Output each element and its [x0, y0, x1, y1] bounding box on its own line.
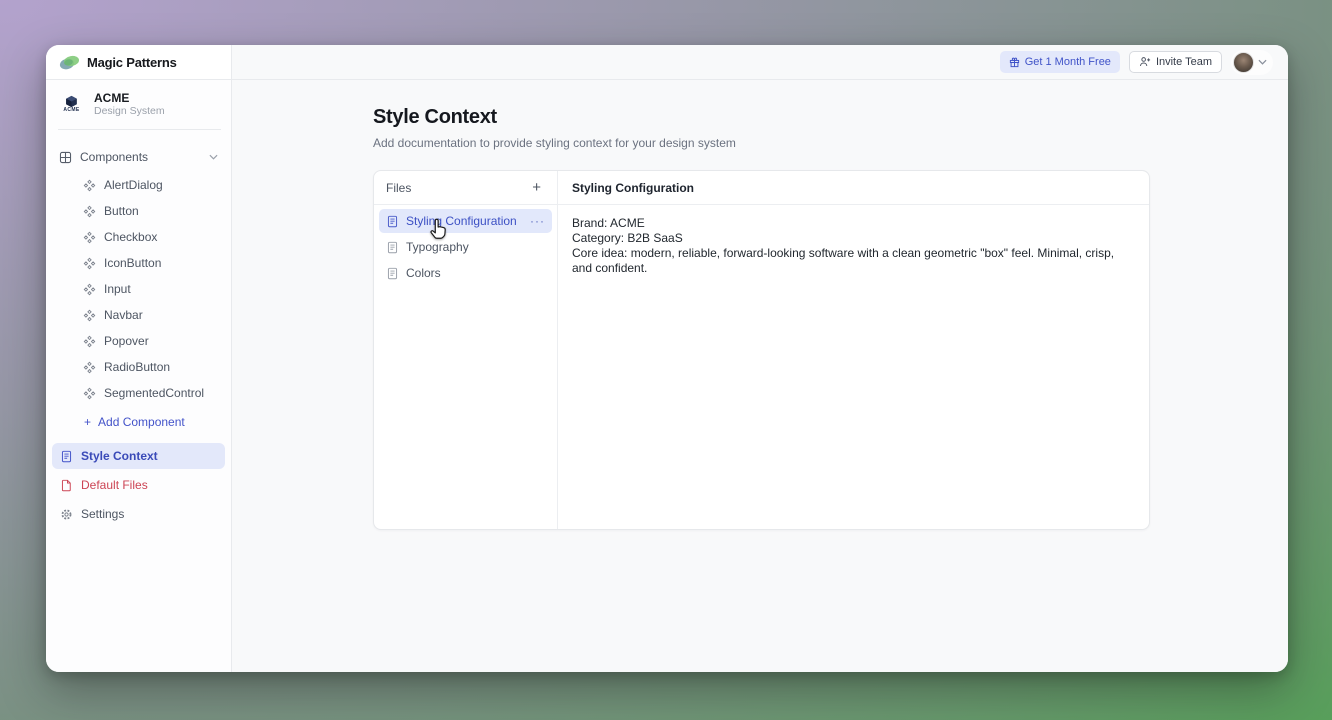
brand-name: Magic Patterns: [87, 55, 177, 70]
sidebar-item-default-files[interactable]: Default Files: [52, 472, 225, 498]
sidebar-nav: Components AlertDialog Button: [46, 130, 231, 527]
chevron-down-icon: [1258, 59, 1267, 65]
sidebar-links: Style Context Default Files Settings: [46, 443, 231, 527]
files-header: Files +: [374, 171, 557, 205]
acme-logo-text: ACME: [63, 107, 79, 113]
style-context-panel: Files + Styling Configuration ···: [373, 170, 1150, 530]
document-icon: [386, 215, 399, 228]
file-row-styling-configuration[interactable]: Styling Configuration ···: [379, 209, 552, 233]
component-icon: [83, 257, 96, 270]
top-bar-actions: Get 1 Month Free Invite Team: [232, 45, 1288, 79]
file-icon: [60, 479, 73, 492]
sidebar-item-settings[interactable]: Settings: [52, 501, 225, 527]
document-icon: [386, 241, 399, 254]
sidebar-item-button[interactable]: Button: [46, 198, 231, 224]
avatar: [1233, 52, 1254, 73]
plus-icon: +: [84, 415, 91, 429]
sidebar: ACME ACME Design System Components: [46, 80, 232, 672]
gear-icon: [60, 508, 73, 521]
add-component-label: Add Component: [98, 415, 185, 429]
main-content: Style Context Add documentation to provi…: [232, 80, 1288, 672]
page-subtitle: Add documentation to provide styling con…: [373, 136, 1288, 150]
document-icon: [60, 450, 73, 463]
detail-line: Brand: ACME: [572, 216, 1135, 231]
account-menu[interactable]: [1231, 50, 1273, 75]
component-label: Navbar: [104, 308, 143, 322]
invite-team-label: Invite Team: [1156, 56, 1212, 68]
detail-line: Core idea: modern, reliable, forward-loo…: [572, 246, 1135, 276]
file-detail-header: Styling Configuration: [558, 171, 1149, 205]
component-icon: [83, 179, 96, 192]
sidebar-item-alertdialog[interactable]: AlertDialog: [46, 172, 231, 198]
magic-patterns-logo-icon: [59, 54, 80, 71]
brand-link[interactable]: Magic Patterns: [46, 45, 232, 79]
components-list: AlertDialog Button Checkbox IconButton: [46, 172, 231, 406]
file-row-typography[interactable]: Typography: [379, 235, 552, 259]
sidebar-item-radiobutton[interactable]: RadioButton: [46, 354, 231, 380]
top-bar: Magic Patterns Get 1 Month Free: [46, 45, 1288, 80]
style-context-label: Style Context: [81, 449, 158, 463]
sidebar-item-checkbox[interactable]: Checkbox: [46, 224, 231, 250]
components-section-label: Components: [80, 150, 201, 164]
acme-logo-icon: ACME: [58, 90, 85, 117]
sidebar-item-segmentedcontrol[interactable]: SegmentedControl: [46, 380, 231, 406]
add-component-button[interactable]: + Add Component: [46, 409, 231, 435]
page-title: Style Context: [373, 106, 1288, 129]
files-list: Styling Configuration ··· Typography: [374, 205, 557, 289]
workspace-switcher[interactable]: ACME ACME Design System: [46, 80, 231, 126]
document-icon: [386, 267, 399, 280]
workspace-name: ACME: [94, 91, 165, 105]
file-label: Styling Configuration: [406, 214, 517, 228]
sidebar-item-navbar[interactable]: Navbar: [46, 302, 231, 328]
component-icon: [83, 335, 96, 348]
sidebar-item-iconbutton[interactable]: IconButton: [46, 250, 231, 276]
gift-icon: [1009, 57, 1020, 68]
component-icon: [83, 283, 96, 296]
sidebar-item-input[interactable]: Input: [46, 276, 231, 302]
default-files-label: Default Files: [81, 478, 148, 492]
file-row-menu-button[interactable]: ···: [530, 214, 545, 228]
app-window: Magic Patterns Get 1 Month Free: [46, 45, 1288, 672]
component-label: RadioButton: [104, 360, 170, 374]
component-label: Input: [104, 282, 131, 296]
component-icon: [83, 205, 96, 218]
sidebar-item-popover[interactable]: Popover: [46, 328, 231, 354]
component-label: Popover: [104, 334, 149, 348]
settings-label: Settings: [81, 507, 124, 521]
window-body: ACME ACME Design System Components: [46, 80, 1288, 672]
file-detail-content[interactable]: Brand: ACME Category: B2B SaaS Core idea…: [558, 205, 1149, 287]
chevron-down-icon: [209, 154, 218, 160]
component-icon: [83, 361, 96, 374]
file-detail-column: Styling Configuration Brand: ACME Catego…: [558, 171, 1149, 529]
grid-icon: [59, 151, 72, 164]
detail-line: Category: B2B SaaS: [572, 231, 1135, 246]
file-label: Typography: [406, 240, 469, 254]
workspace-subtitle: Design System: [94, 105, 165, 117]
invite-team-button[interactable]: Invite Team: [1129, 51, 1222, 73]
files-header-label: Files: [386, 181, 411, 195]
file-label: Colors: [406, 266, 441, 280]
file-row-colors[interactable]: Colors: [379, 261, 552, 285]
component-label: Checkbox: [104, 230, 157, 244]
component-icon: [83, 387, 96, 400]
files-column: Files + Styling Configuration ···: [374, 171, 558, 529]
get-month-free-label: Get 1 Month Free: [1025, 56, 1111, 68]
add-file-button[interactable]: +: [528, 178, 545, 197]
component-label: IconButton: [104, 256, 161, 270]
get-month-free-button[interactable]: Get 1 Month Free: [1000, 51, 1120, 73]
component-label: SegmentedControl: [104, 386, 204, 400]
sidebar-item-style-context[interactable]: Style Context: [52, 443, 225, 469]
component-icon: [83, 309, 96, 322]
component-label: Button: [104, 204, 139, 218]
component-icon: [83, 231, 96, 244]
components-section-toggle[interactable]: Components: [46, 145, 231, 169]
component-label: AlertDialog: [104, 178, 163, 192]
person-plus-icon: [1139, 56, 1151, 68]
